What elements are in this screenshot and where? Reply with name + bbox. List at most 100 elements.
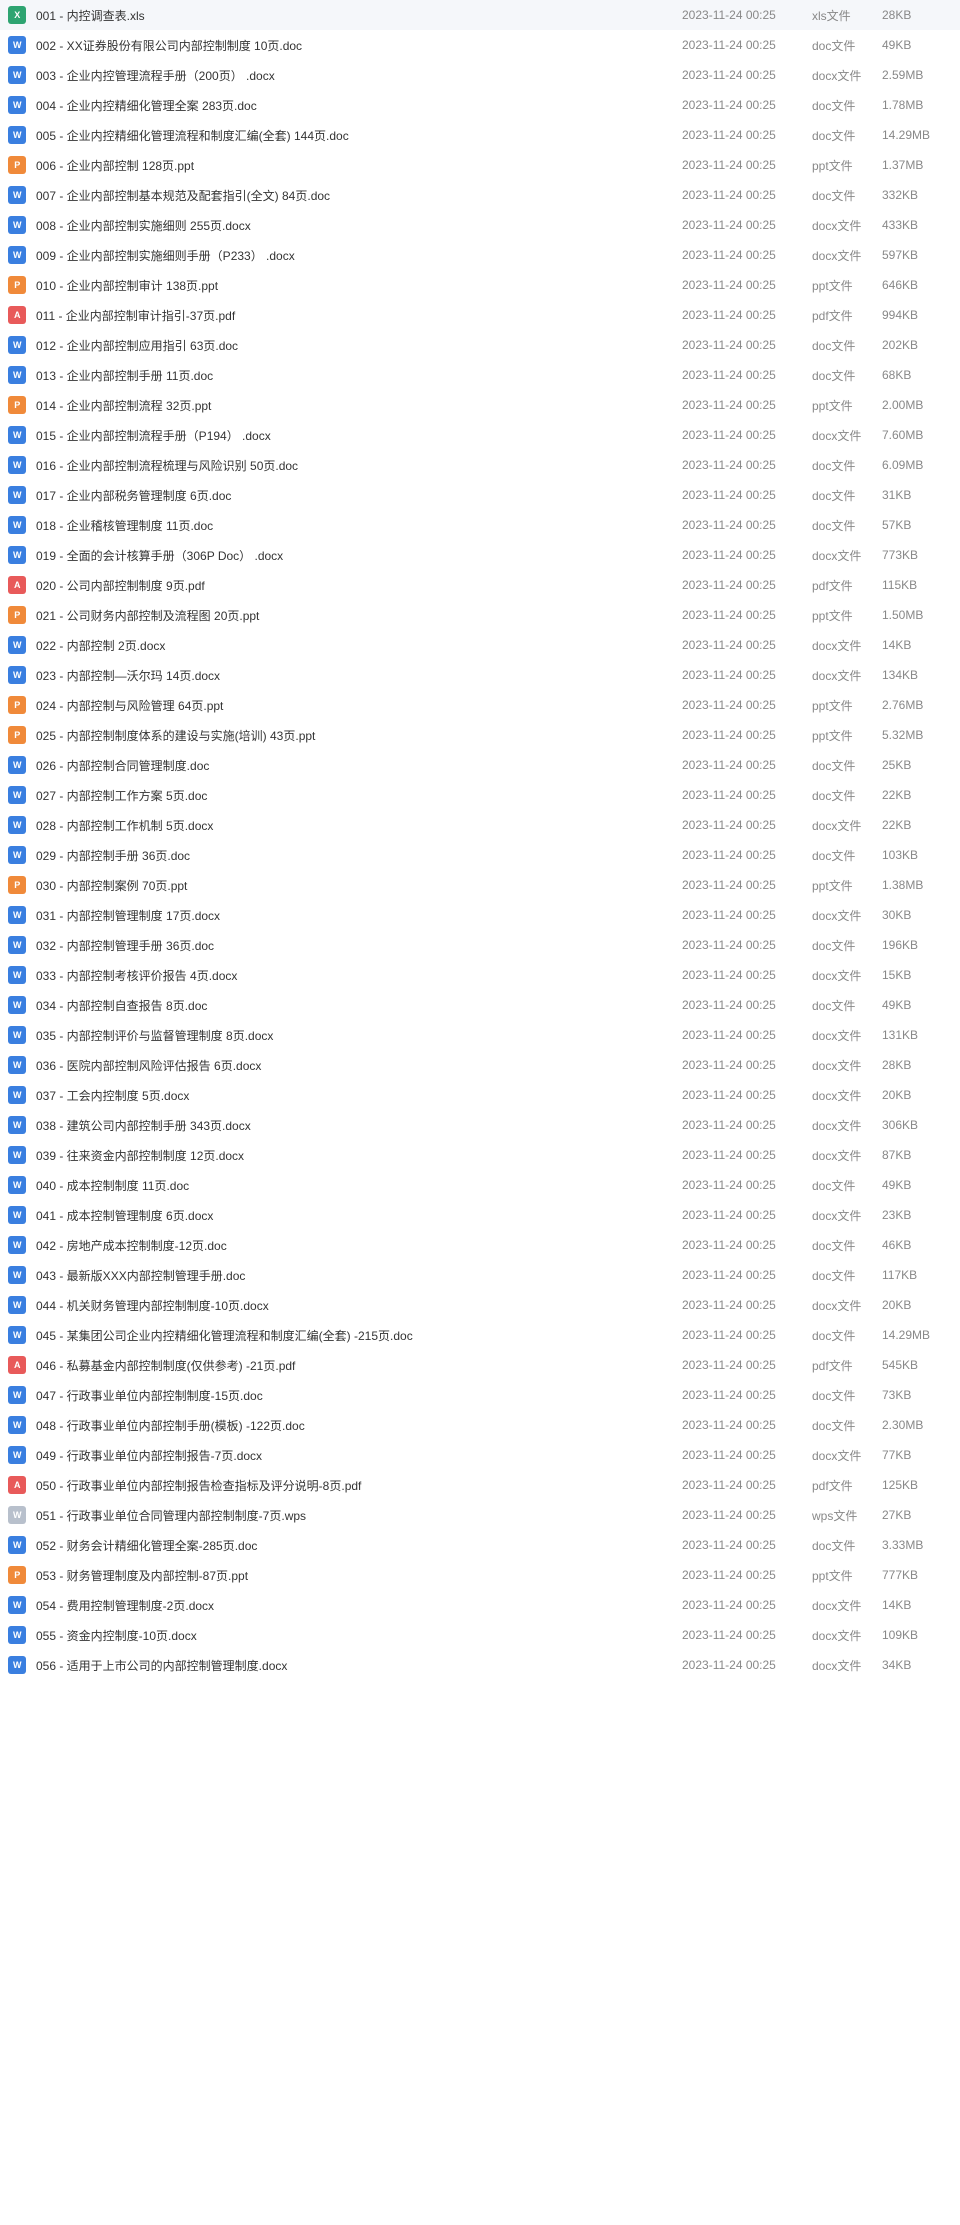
file-name: 009 - 企业内部控制实施细则手册（P233） .docx [36,247,682,264]
file-name: 014 - 企业内部控制流程 32页.ppt [36,397,682,414]
file-row[interactable]: A020 - 公司内部控制制度 9页.pdf2023-11-24 00:25pd… [0,570,960,600]
file-row[interactable]: W038 - 建筑公司内部控制手册 343页.docx2023-11-24 00… [0,1110,960,1140]
file-size: 22KB [882,788,952,802]
file-date: 2023-11-24 00:25 [682,878,812,892]
file-size: 109KB [882,1628,952,1642]
file-date: 2023-11-24 00:25 [682,698,812,712]
docx-file-icon: W [8,816,26,834]
file-row[interactable]: W042 - 房地产成本控制制度-12页.doc2023-11-24 00:25… [0,1230,960,1260]
file-row[interactable]: W056 - 适用于上市公司的内部控制管理制度.docx2023-11-24 0… [0,1650,960,1680]
file-name: 025 - 内部控制制度体系的建设与实施(培训) 43页.ppt [36,727,682,744]
file-row[interactable]: W013 - 企业内部控制手册 11页.doc2023-11-24 00:25d… [0,360,960,390]
file-row[interactable]: W017 - 企业内部税务管理制度 6页.doc2023-11-24 00:25… [0,480,960,510]
file-row[interactable]: P030 - 内部控制案例 70页.ppt2023-11-24 00:25ppt… [0,870,960,900]
file-type: ppt文件 [812,277,882,294]
file-row[interactable]: W052 - 财务会计精细化管理全案-285页.doc2023-11-24 00… [0,1530,960,1560]
file-row[interactable]: W047 - 行政事业单位内部控制制度-15页.doc2023-11-24 00… [0,1380,960,1410]
file-row[interactable]: W055 - 资金内控制度-10页.docx2023-11-24 00:25do… [0,1620,960,1650]
file-date: 2023-11-24 00:25 [682,518,812,532]
pdf-file-icon: A [8,576,26,594]
doc-file-icon: W [8,1536,26,1554]
file-row[interactable]: W007 - 企业内部控制基本规范及配套指引(全文) 84页.doc2023-1… [0,180,960,210]
file-row[interactable]: P025 - 内部控制制度体系的建设与实施(培训) 43页.ppt2023-11… [0,720,960,750]
file-row[interactable]: W029 - 内部控制手册 36页.doc2023-11-24 00:25doc… [0,840,960,870]
file-row[interactable]: W048 - 行政事业单位内部控制手册(模板) -122页.doc2023-11… [0,1410,960,1440]
file-size: 23KB [882,1208,952,1222]
file-row[interactable]: W039 - 往来资金内部控制制度 12页.docx2023-11-24 00:… [0,1140,960,1170]
file-name: 050 - 行政事业单位内部控制报告检查指标及评分说明-8页.pdf [36,1477,682,1494]
file-row[interactable]: W040 - 成本控制制度 11页.doc2023-11-24 00:25doc… [0,1170,960,1200]
file-row[interactable]: W019 - 全面的会计核算手册（306P Doc） .docx2023-11-… [0,540,960,570]
file-size: 14.29MB [882,1328,952,1342]
file-type: ppt文件 [812,397,882,414]
file-row[interactable]: W002 - XX证券股份有限公司内部控制制度 10页.doc2023-11-2… [0,30,960,60]
file-date: 2023-11-24 00:25 [682,248,812,262]
file-row[interactable]: W003 - 企业内控管理流程手册（200页） .docx2023-11-24 … [0,60,960,90]
file-type: doc文件 [812,1237,882,1254]
file-row[interactable]: P006 - 企业内部控制 128页.ppt2023-11-24 00:25pp… [0,150,960,180]
file-size: 777KB [882,1568,952,1582]
file-date: 2023-11-24 00:25 [682,1388,812,1402]
doc-file-icon: W [8,786,26,804]
docx-file-icon: W [8,1626,26,1644]
file-type: docx文件 [812,1057,882,1074]
file-date: 2023-11-24 00:25 [682,998,812,1012]
file-name: 035 - 内部控制评价与监督管理制度 8页.docx [36,1027,682,1044]
file-row[interactable]: W043 - 最新版XXX内部控制管理手册.doc2023-11-24 00:2… [0,1260,960,1290]
file-row[interactable]: W028 - 内部控制工作机制 5页.docx2023-11-24 00:25d… [0,810,960,840]
file-row[interactable]: W045 - 某集团公司企业内控精细化管理流程和制度汇编(全套) -215页.d… [0,1320,960,1350]
file-row[interactable]: W022 - 内部控制 2页.docx2023-11-24 00:25docx文… [0,630,960,660]
file-row[interactable]: W035 - 内部控制评价与监督管理制度 8页.docx2023-11-24 0… [0,1020,960,1050]
file-row[interactable]: P053 - 财务管理制度及内部控制-87页.ppt2023-11-24 00:… [0,1560,960,1590]
doc-file-icon: W [8,1386,26,1404]
file-size: 773KB [882,548,952,562]
file-date: 2023-11-24 00:25 [682,1598,812,1612]
file-row[interactable]: W016 - 企业内部控制流程梳理与风险识别 50页.doc2023-11-24… [0,450,960,480]
file-date: 2023-11-24 00:25 [682,1268,812,1282]
doc-file-icon: W [8,1266,26,1284]
file-row[interactable]: W051 - 行政事业单位合同管理内部控制制度-7页.wps2023-11-24… [0,1500,960,1530]
file-row[interactable]: W026 - 内部控制合同管理制度.doc2023-11-24 00:25doc… [0,750,960,780]
file-row[interactable]: W041 - 成本控制管理制度 6页.docx2023-11-24 00:25d… [0,1200,960,1230]
file-type: docx文件 [812,1117,882,1134]
file-date: 2023-11-24 00:25 [682,1028,812,1042]
file-row[interactable]: A050 - 行政事业单位内部控制报告检查指标及评分说明-8页.pdf2023-… [0,1470,960,1500]
file-row[interactable]: P024 - 内部控制与风险管理 64页.ppt2023-11-24 00:25… [0,690,960,720]
file-row[interactable]: W008 - 企业内部控制实施细则 255页.docx2023-11-24 00… [0,210,960,240]
file-date: 2023-11-24 00:25 [682,1058,812,1072]
file-row[interactable]: X001 - 内控调查表.xls2023-11-24 00:25xls文件28K… [0,0,960,30]
file-row[interactable]: P010 - 企业内部控制审计 138页.ppt2023-11-24 00:25… [0,270,960,300]
file-date: 2023-11-24 00:25 [682,158,812,172]
file-row[interactable]: W031 - 内部控制管理制度 17页.docx2023-11-24 00:25… [0,900,960,930]
file-type: docx文件 [812,247,882,264]
file-row[interactable]: W054 - 费用控制管理制度-2页.docx2023-11-24 00:25d… [0,1590,960,1620]
file-row[interactable]: P021 - 公司财务内部控制及流程图 20页.ppt2023-11-24 00… [0,600,960,630]
file-type: ppt文件 [812,157,882,174]
file-name: 033 - 内部控制考核评价报告 4页.docx [36,967,682,984]
file-size: 3.33MB [882,1538,952,1552]
file-row[interactable]: A046 - 私募基金内部控制制度(仅供参考) -21页.pdf2023-11-… [0,1350,960,1380]
file-row[interactable]: W036 - 医院内部控制风险评估报告 6页.docx2023-11-24 00… [0,1050,960,1080]
file-row[interactable]: W027 - 内部控制工作方案 5页.doc2023-11-24 00:25do… [0,780,960,810]
file-row[interactable]: W023 - 内部控制—沃尔玛 14页.docx2023-11-24 00:25… [0,660,960,690]
file-row[interactable]: W018 - 企业稽核管理制度 11页.doc2023-11-24 00:25d… [0,510,960,540]
file-row[interactable]: A011 - 企业内部控制审计指引-37页.pdf2023-11-24 00:2… [0,300,960,330]
file-size: 34KB [882,1658,952,1672]
file-row[interactable]: W009 - 企业内部控制实施细则手册（P233） .docx2023-11-2… [0,240,960,270]
file-row[interactable]: W037 - 工会内控制度 5页.docx2023-11-24 00:25doc… [0,1080,960,1110]
file-type: docx文件 [812,1657,882,1674]
file-row[interactable]: W012 - 企业内部控制应用指引 63页.doc2023-11-24 00:2… [0,330,960,360]
doc-file-icon: W [8,186,26,204]
file-size: 306KB [882,1118,952,1132]
file-row[interactable]: W044 - 机关财务管理内部控制制度-10页.docx2023-11-24 0… [0,1290,960,1320]
file-row[interactable]: P014 - 企业内部控制流程 32页.ppt2023-11-24 00:25p… [0,390,960,420]
file-row[interactable]: W034 - 内部控制自查报告 8页.doc2023-11-24 00:25do… [0,990,960,1020]
file-date: 2023-11-24 00:25 [682,428,812,442]
file-row[interactable]: W049 - 行政事业单位内部控制报告-7页.docx2023-11-24 00… [0,1440,960,1470]
docx-file-icon: W [8,636,26,654]
file-row[interactable]: W004 - 企业内控精细化管理全案 283页.doc2023-11-24 00… [0,90,960,120]
file-row[interactable]: W005 - 企业内控精细化管理流程和制度汇编(全套) 144页.doc2023… [0,120,960,150]
file-row[interactable]: W033 - 内部控制考核评价报告 4页.docx2023-11-24 00:2… [0,960,960,990]
file-row[interactable]: W015 - 企业内部控制流程手册（P194） .docx2023-11-24 … [0,420,960,450]
file-row[interactable]: W032 - 内部控制管理手册 36页.doc2023-11-24 00:25d… [0,930,960,960]
